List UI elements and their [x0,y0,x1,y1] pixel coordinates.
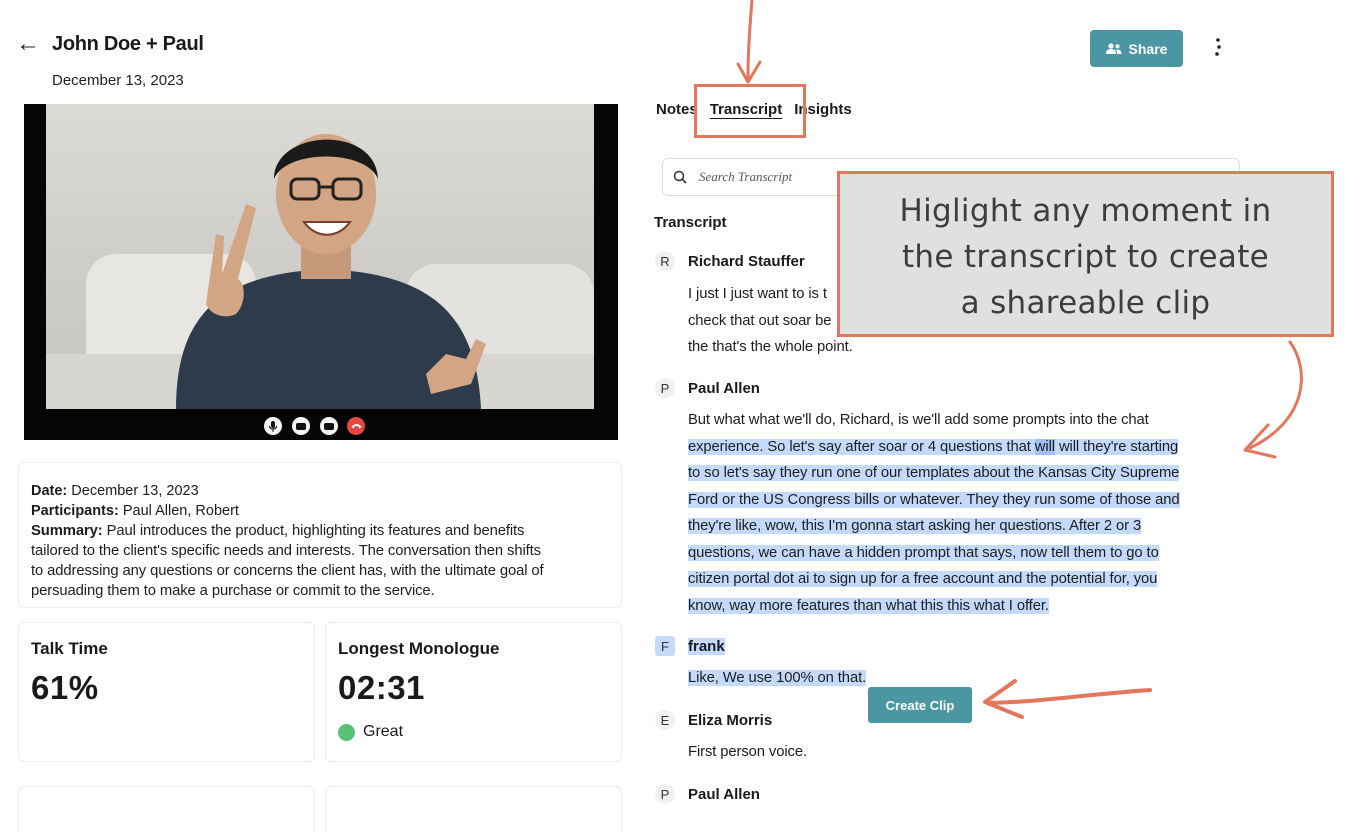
utterance-line: questions, we can have a hidden prompt t… [688,540,1180,567]
transcript-speaker: P Paul Allen [655,378,760,398]
utterance-line: they're like, wow, this I'm gonna start … [688,513,1180,540]
avatar: P [655,378,675,398]
participants-value: Paul Allen, Robert [122,503,239,519]
longest-monologue-card: Longest Monologue 02:31 Great [325,622,622,762]
utterance-line: I just I just want to is t [688,286,827,302]
date-label: Date: [31,483,68,499]
callout-line: a shareable clip [960,285,1211,321]
avatar: R [655,251,675,271]
page-title: John Doe + Paul [52,33,204,55]
utterance-line: the that's the whole point. [688,339,853,355]
utterance-line: But what what we'll do, Richard, is we'l… [688,412,1149,428]
kebab-menu-icon[interactable] [1212,36,1224,58]
stat-card-partial [325,786,622,832]
summary-line: to addressing any questions or concerns … [31,563,544,579]
talk-time-label: Talk Time [31,639,108,658]
utterance-line: First person voice. [688,744,807,760]
speaker-name: frank [688,637,725,655]
talk-time-card: Talk Time 61% [18,622,315,762]
callout-line: Higlight any moment in [899,193,1272,229]
utterance-line: know, way more features than what this t… [688,593,1180,620]
summary-date-row: Date: December 13, 2023 [31,481,609,501]
page-date: December 13, 2023 [52,72,184,89]
video-player[interactable] [24,104,618,440]
avatar: F [655,636,675,656]
transcript-speaker: E Eliza Morris [655,710,772,730]
transcript-speaker: P Paul Allen [655,784,760,804]
transcript-speaker: F frank [655,636,725,656]
summary-line: persuading them to make a purchase or co… [31,583,435,599]
highlighted-text: Like, We use 100% on that. [688,670,867,686]
rating-label: Great [363,723,404,740]
transcript-speaker: R Richard Stauffer [655,251,805,271]
tab-notes[interactable]: Notes [656,101,698,118]
speaker-name: Paul Allen [688,379,760,397]
utterance-line: check that out soar be [688,312,832,329]
create-clip-button[interactable]: Create Clip [868,687,972,723]
participants-row: Participants: Paul Allen, Robert [31,501,609,521]
tab-annotation-box [694,84,806,138]
speaker-name: Richard Stauffer [688,252,805,270]
summary-text: Summary: Paul introduces the product, hi… [31,521,609,601]
summary-line: tailored to the client's specific needs … [31,543,541,559]
date-value: December 13, 2023 [71,483,199,499]
status-dot-icon [338,723,355,741]
participants-label: Participants: [31,503,119,519]
speaker-name: Paul Allen [688,785,760,803]
arrow-to-highlight-icon [1248,340,1303,450]
transcript-utterance[interactable]: But what what we'll do, Richard, is we'l… [688,407,1180,619]
screen-share-icon[interactable] [320,417,338,435]
camera-icon[interactable] [292,417,310,435]
arrow-to-create-clip-icon [986,688,1152,705]
speaker-name: Eliza Morris [688,711,773,729]
share-label: Share [1128,40,1168,57]
transcript-utterance[interactable]: I just I just want to is t check that ou… [688,281,853,361]
highlighted-text: experience. So let's say after soar or 4… [688,438,1035,455]
hang-up-icon[interactable] [347,417,365,435]
utterance-line: to so let's say they run one of our temp… [688,460,1180,487]
utterance-line: Like, We use 100% on that. [688,665,866,692]
participant-video-image [46,134,594,409]
highlighted-text: to so let's say they run one of our temp… [688,465,1180,481]
summary-line: Paul introduces the product, highlightin… [106,523,525,539]
highlighted-text: they're like, wow, this I'm gonna start … [688,518,1142,534]
monologue-value: 02:31 [338,669,425,706]
avatar: P [655,784,675,804]
search-input[interactable] [699,169,849,185]
people-icon [1105,42,1122,54]
monologue-rating: Great [338,723,403,741]
summary-label: Summary: [31,523,103,539]
utterance-line: citizen portal dot ai to sign up for a f… [688,566,1180,593]
tutorial-callout: Higlight any moment in the transcript to… [837,171,1334,337]
utterance-line: Ford or the US Congress bills or whateve… [688,487,1180,514]
talk-time-value: 61% [31,669,99,706]
back-arrow-icon[interactable]: ← [16,31,40,57]
transcript-heading: Transcript [654,214,727,231]
call-summary-card: Date: December 13, 2023 Participants: Pa… [18,462,622,608]
avatar: E [655,710,675,730]
arrow-to-tab-icon [746,0,754,80]
transcript-utterance[interactable]: First person voice. [688,739,807,766]
monologue-label: Longest Monologue [338,639,500,658]
search-icon [673,170,687,184]
highlighted-text: Ford or the US Congress bills or whateve… [688,491,1180,508]
share-button[interactable]: Share [1090,30,1183,67]
stat-card-partial [18,786,315,832]
video-frame [46,104,594,409]
highlighted-text: know, way more features than what this t… [688,597,1049,614]
highlighted-text: will they're starting [1054,438,1179,455]
utterance-line: experience. So let's say after soar or 4… [688,434,1180,461]
microphone-icon[interactable] [264,417,282,435]
highlighted-text: questions, we can have a hidden prompt t… [688,544,1159,561]
highlighted-word: will [1034,438,1055,455]
callout-line: the transcript to create [901,239,1270,275]
highlighted-text: citizen portal dot ai to sign up for a f… [688,571,1158,587]
transcript-utterance[interactable]: Like, We use 100% on that. [688,665,866,692]
